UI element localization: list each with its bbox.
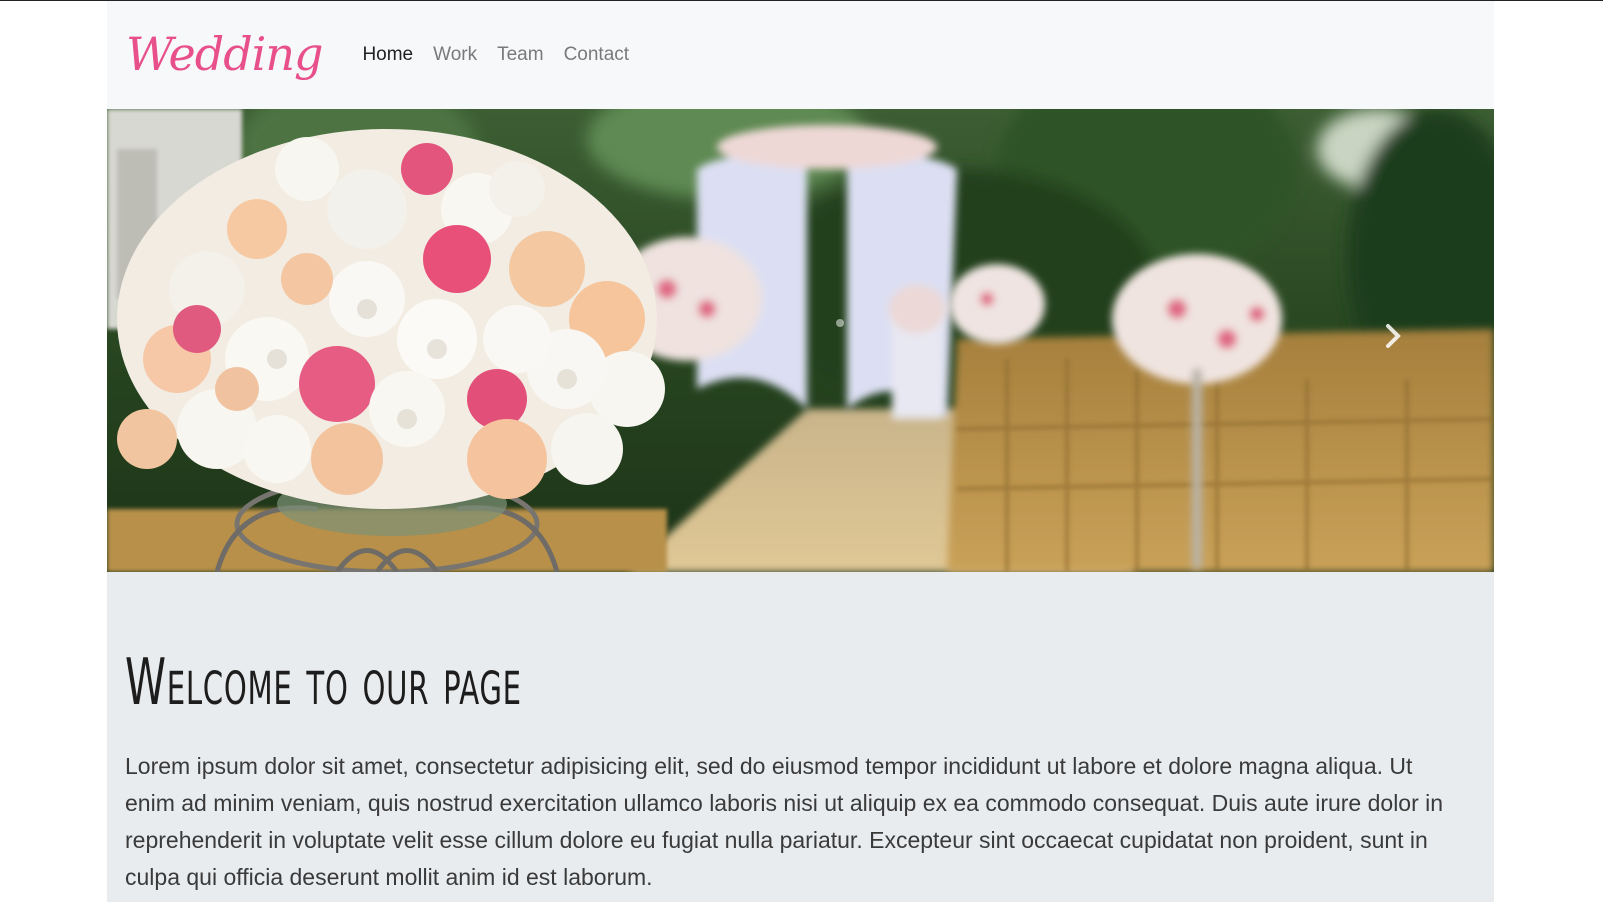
nav-link-home[interactable]: Home xyxy=(352,44,423,66)
nav-menu: Home Work Team Contact xyxy=(352,44,639,66)
intro-paragraph: Lorem ipsum dolor sit amet, consectetur … xyxy=(125,753,1444,890)
page-title: Welcome to our page xyxy=(125,646,522,720)
page-container: Wedding Home Work Team Contact Welcome t… xyxy=(107,1,1494,902)
nav-link-team[interactable]: Team xyxy=(487,44,553,66)
hero-carousel xyxy=(107,109,1494,572)
nav-link-contact[interactable]: Contact xyxy=(554,44,639,66)
nav-link-work[interactable]: Work xyxy=(423,44,487,66)
carousel-next-button[interactable] xyxy=(1382,321,1406,351)
navbar: Wedding Home Work Team Contact xyxy=(107,1,1494,109)
brand-logo[interactable]: Wedding xyxy=(126,27,323,81)
chevron-right-icon xyxy=(1386,324,1401,348)
wedding-aisle-flowers-image xyxy=(107,109,1494,572)
